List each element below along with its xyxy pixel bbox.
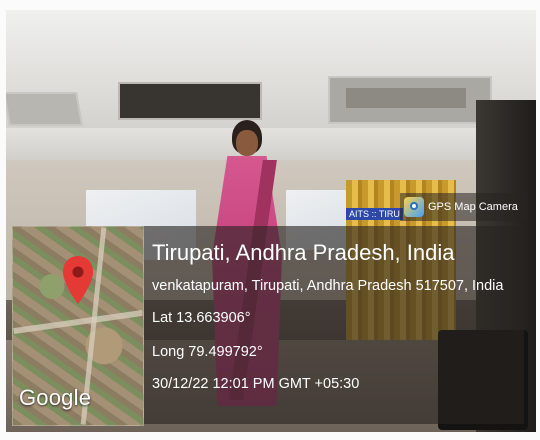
location-title: Tirupati, Andhra Pradesh, India bbox=[152, 240, 455, 265]
app-badge: GPS Map Camera bbox=[400, 193, 528, 221]
latitude: Lat 13.663906° bbox=[152, 310, 251, 326]
ceiling-panel bbox=[6, 92, 83, 126]
timestamp: 30/12/22 12:01 PM GMT +05:30 bbox=[152, 376, 360, 392]
location-pin-icon bbox=[63, 256, 93, 304]
ceiling-panel bbox=[118, 82, 262, 120]
location-info-panel: Tirupati, Andhra Pradesh, India venkatap… bbox=[144, 226, 524, 424]
satellite-map-thumbnail: Google bbox=[12, 226, 144, 426]
longitude: Long 79.499792° bbox=[152, 344, 263, 360]
ceiling-panel bbox=[328, 76, 492, 124]
gps-map-camera-app-icon bbox=[404, 197, 424, 217]
google-logo: Google bbox=[19, 385, 92, 410]
face bbox=[236, 130, 258, 156]
banner-tag: AITS :: TIRU bbox=[346, 208, 403, 220]
location-address: venkatapuram, Tirupati, Andhra Pradesh 5… bbox=[152, 278, 504, 294]
map-road bbox=[13, 309, 143, 335]
app-badge-label: GPS Map Camera bbox=[428, 201, 518, 213]
